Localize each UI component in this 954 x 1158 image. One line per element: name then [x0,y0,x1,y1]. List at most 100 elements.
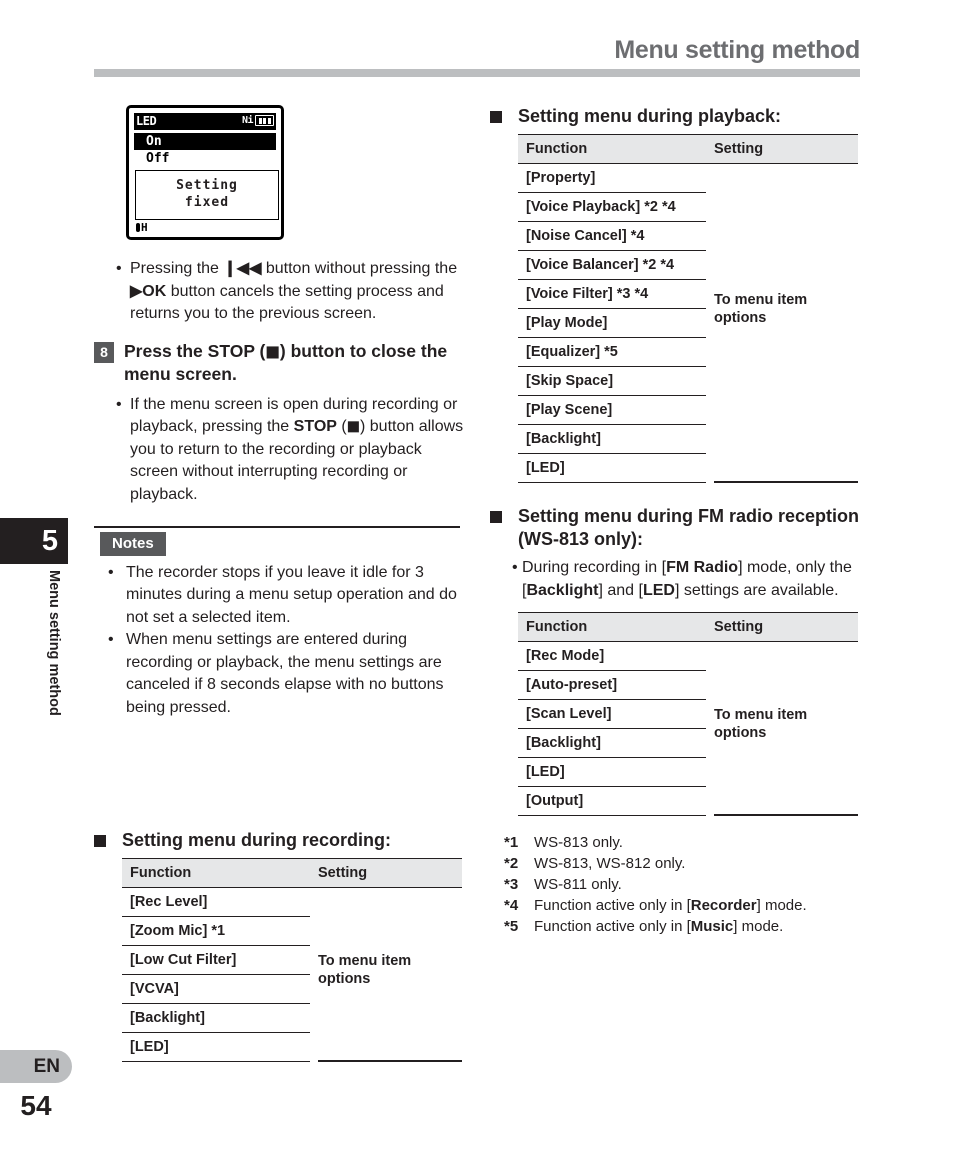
table-body: [Rec Level] [Zoom Mic] *1 [Low Cut Filte… [122,888,462,1062]
cell-function: [Skip Space] [518,367,706,396]
footnote-text: WS-811 only. [534,876,622,893]
lcd-dialog-line1: Setting [176,178,238,193]
table-row: [LED] [518,454,858,483]
column-header-function: Function [518,612,706,642]
cell-function: [Rec Level] [122,888,310,917]
table-header-row: Function Setting [518,612,858,642]
table-row: [Backlight] [518,425,858,454]
cell-setting-merged: To menu item options [714,707,808,741]
notes-badge: Notes [100,531,166,556]
list-item: During recording in [FM Radio] mode, onl… [490,557,862,602]
setting-column-bottom-rule [714,481,858,483]
cell-setting-merged: To menu item options [318,953,412,987]
page-number: 54 [20,1090,52,1121]
pre-step-bullet-list: Pressing the ❙◀◀ button without pressing… [94,258,466,326]
footnote-marker: *4 [504,897,519,914]
battery-type-label: Ni [241,115,254,126]
table-row: [Voice Balancer] *2 *4 [518,251,858,280]
cell-function: [Voice Playback] *2 *4 [518,193,706,222]
cell-function: [Low Cut Filter] [122,946,310,975]
lcd-dialog-line2: fixed [184,195,230,210]
list-item: Pressing the ❙◀◀ button without pressing… [94,258,466,326]
table-row: [Noise Cancel] *4 [518,222,858,251]
column-header-function: Function [518,134,706,164]
lcd-option-row: Off [146,151,170,166]
column-header-function: Function [122,858,310,888]
language-badge-label: EN [33,1056,60,1077]
fm-radio-bullet-list: During recording in [FM Radio] mode, onl… [490,557,862,602]
fm-radio-heading: Setting menu during FM radio reception (… [490,505,862,551]
fm-radio-menu-table: Function Setting [Rec Mode] [Auto-preset… [518,612,858,816]
cell-function: [Backlight] [122,1004,310,1033]
lcd-title-text: LED [136,114,157,128]
right-column: Setting menu during playback: Function S… [490,105,862,937]
notes-list: The recorder stops if you leave it idle … [94,562,466,720]
cell-function: [Zoom Mic] *1 [122,917,310,946]
cell-function: [Backlight] [518,425,706,454]
page-header: Menu setting method [0,0,954,90]
table-header-row: Function Setting [122,858,462,888]
footnote-marker: *2 [504,855,519,872]
cell-function: [Backlight] [518,729,706,758]
setting-column-bottom-rule [714,814,858,816]
table-header-row: Function Setting [518,134,858,164]
table-row: [Equalizer] *5 [518,338,858,367]
recording-menu-table: Function Setting [Rec Level] [Zoom Mic] … [122,858,462,1062]
lcd-selected-row: On [134,133,276,150]
footnote-text: WS-813, WS-812 only. [534,855,686,872]
table-row: [Property] [518,164,858,193]
table-row: [Skip Space] [518,367,858,396]
footnotes: *1 WS-813 only. *2 WS-813, WS-812 only. … [504,832,862,937]
footnote: *1 WS-813 only. [504,832,862,853]
recording-table-heading: Setting menu during recording: [94,829,466,852]
playback-menu-table: Function Setting [Property] [Voice Playb… [518,134,858,483]
cell-function: [Voice Filter] *3 *4 [518,280,706,309]
lcd-confirmation-dialog: Setting fixed [135,170,279,220]
setting-column-bottom-rule [318,1060,462,1062]
chapter-label-vertical: Menu setting method [46,570,62,716]
cell-function: [Play Scene] [518,396,706,425]
column-header-setting: Setting [706,134,858,164]
step-number-badge: 8 [94,341,114,363]
cell-setting-merged: To menu item options [714,292,808,326]
step-instruction: Press the STOP (◼) button to close the m… [124,340,448,384]
table-row: [Play Scene] [518,396,858,425]
footnote: *2 WS-813, WS-812 only. [504,853,862,874]
left-column: LED Ni On Off Setting fixed H Pressing t… [94,105,466,1062]
lcd-selected-label: On [146,134,162,149]
table-row: [LED] [518,758,858,787]
footnote-marker: *5 [504,918,519,935]
table-body: [Property] [Voice Playback] *2 *4 [Noise… [518,164,858,483]
cell-function: [Auto-preset] [518,671,706,700]
footnote-marker: *1 [504,834,519,851]
lcd-inner: LED Ni On Off Setting fixed H [134,113,279,234]
cell-function: [VCVA] [122,975,310,1004]
mic-level-label: H [141,221,148,234]
footnote-text: Function active only in [Music] mode. [534,918,784,935]
cell-function: [LED] [518,454,706,483]
list-item: When menu settings are entered during re… [94,629,466,719]
footnote-text: WS-813 only. [534,834,623,851]
cell-function: [Rec Mode] [518,642,706,671]
lcd-screen-illustration: LED Ni On Off Setting fixed H [126,105,284,240]
table-row: [Backlight] [122,1004,462,1033]
notes-divider [94,526,460,528]
header-divider [94,69,860,77]
microphone-sensitivity-icon: H [136,221,148,234]
cell-function: [Play Mode] [518,309,706,338]
list-item: The recorder stops if you leave it idle … [94,562,466,630]
table-row: [Rec Level] [122,888,462,917]
cell-function: [Equalizer] *5 [518,338,706,367]
cell-function: [LED] [518,758,706,787]
step-8: 8 Press the STOP (◼) button to close the… [94,340,466,386]
column-header-setting: Setting [310,858,462,888]
table-row: [Auto-preset] [518,671,858,700]
battery-full-icon [255,115,274,126]
table-row: [Output] [518,787,858,816]
footnote-marker: *3 [504,876,519,893]
step-8-bullet-list: If the menu screen is open during record… [94,394,466,507]
footnote: *4 Function active only in [Recorder] mo… [504,895,862,916]
table-row: [Voice Playback] *2 *4 [518,193,858,222]
page-title: Menu setting method [614,36,860,64]
language-badge: EN [0,1050,72,1083]
